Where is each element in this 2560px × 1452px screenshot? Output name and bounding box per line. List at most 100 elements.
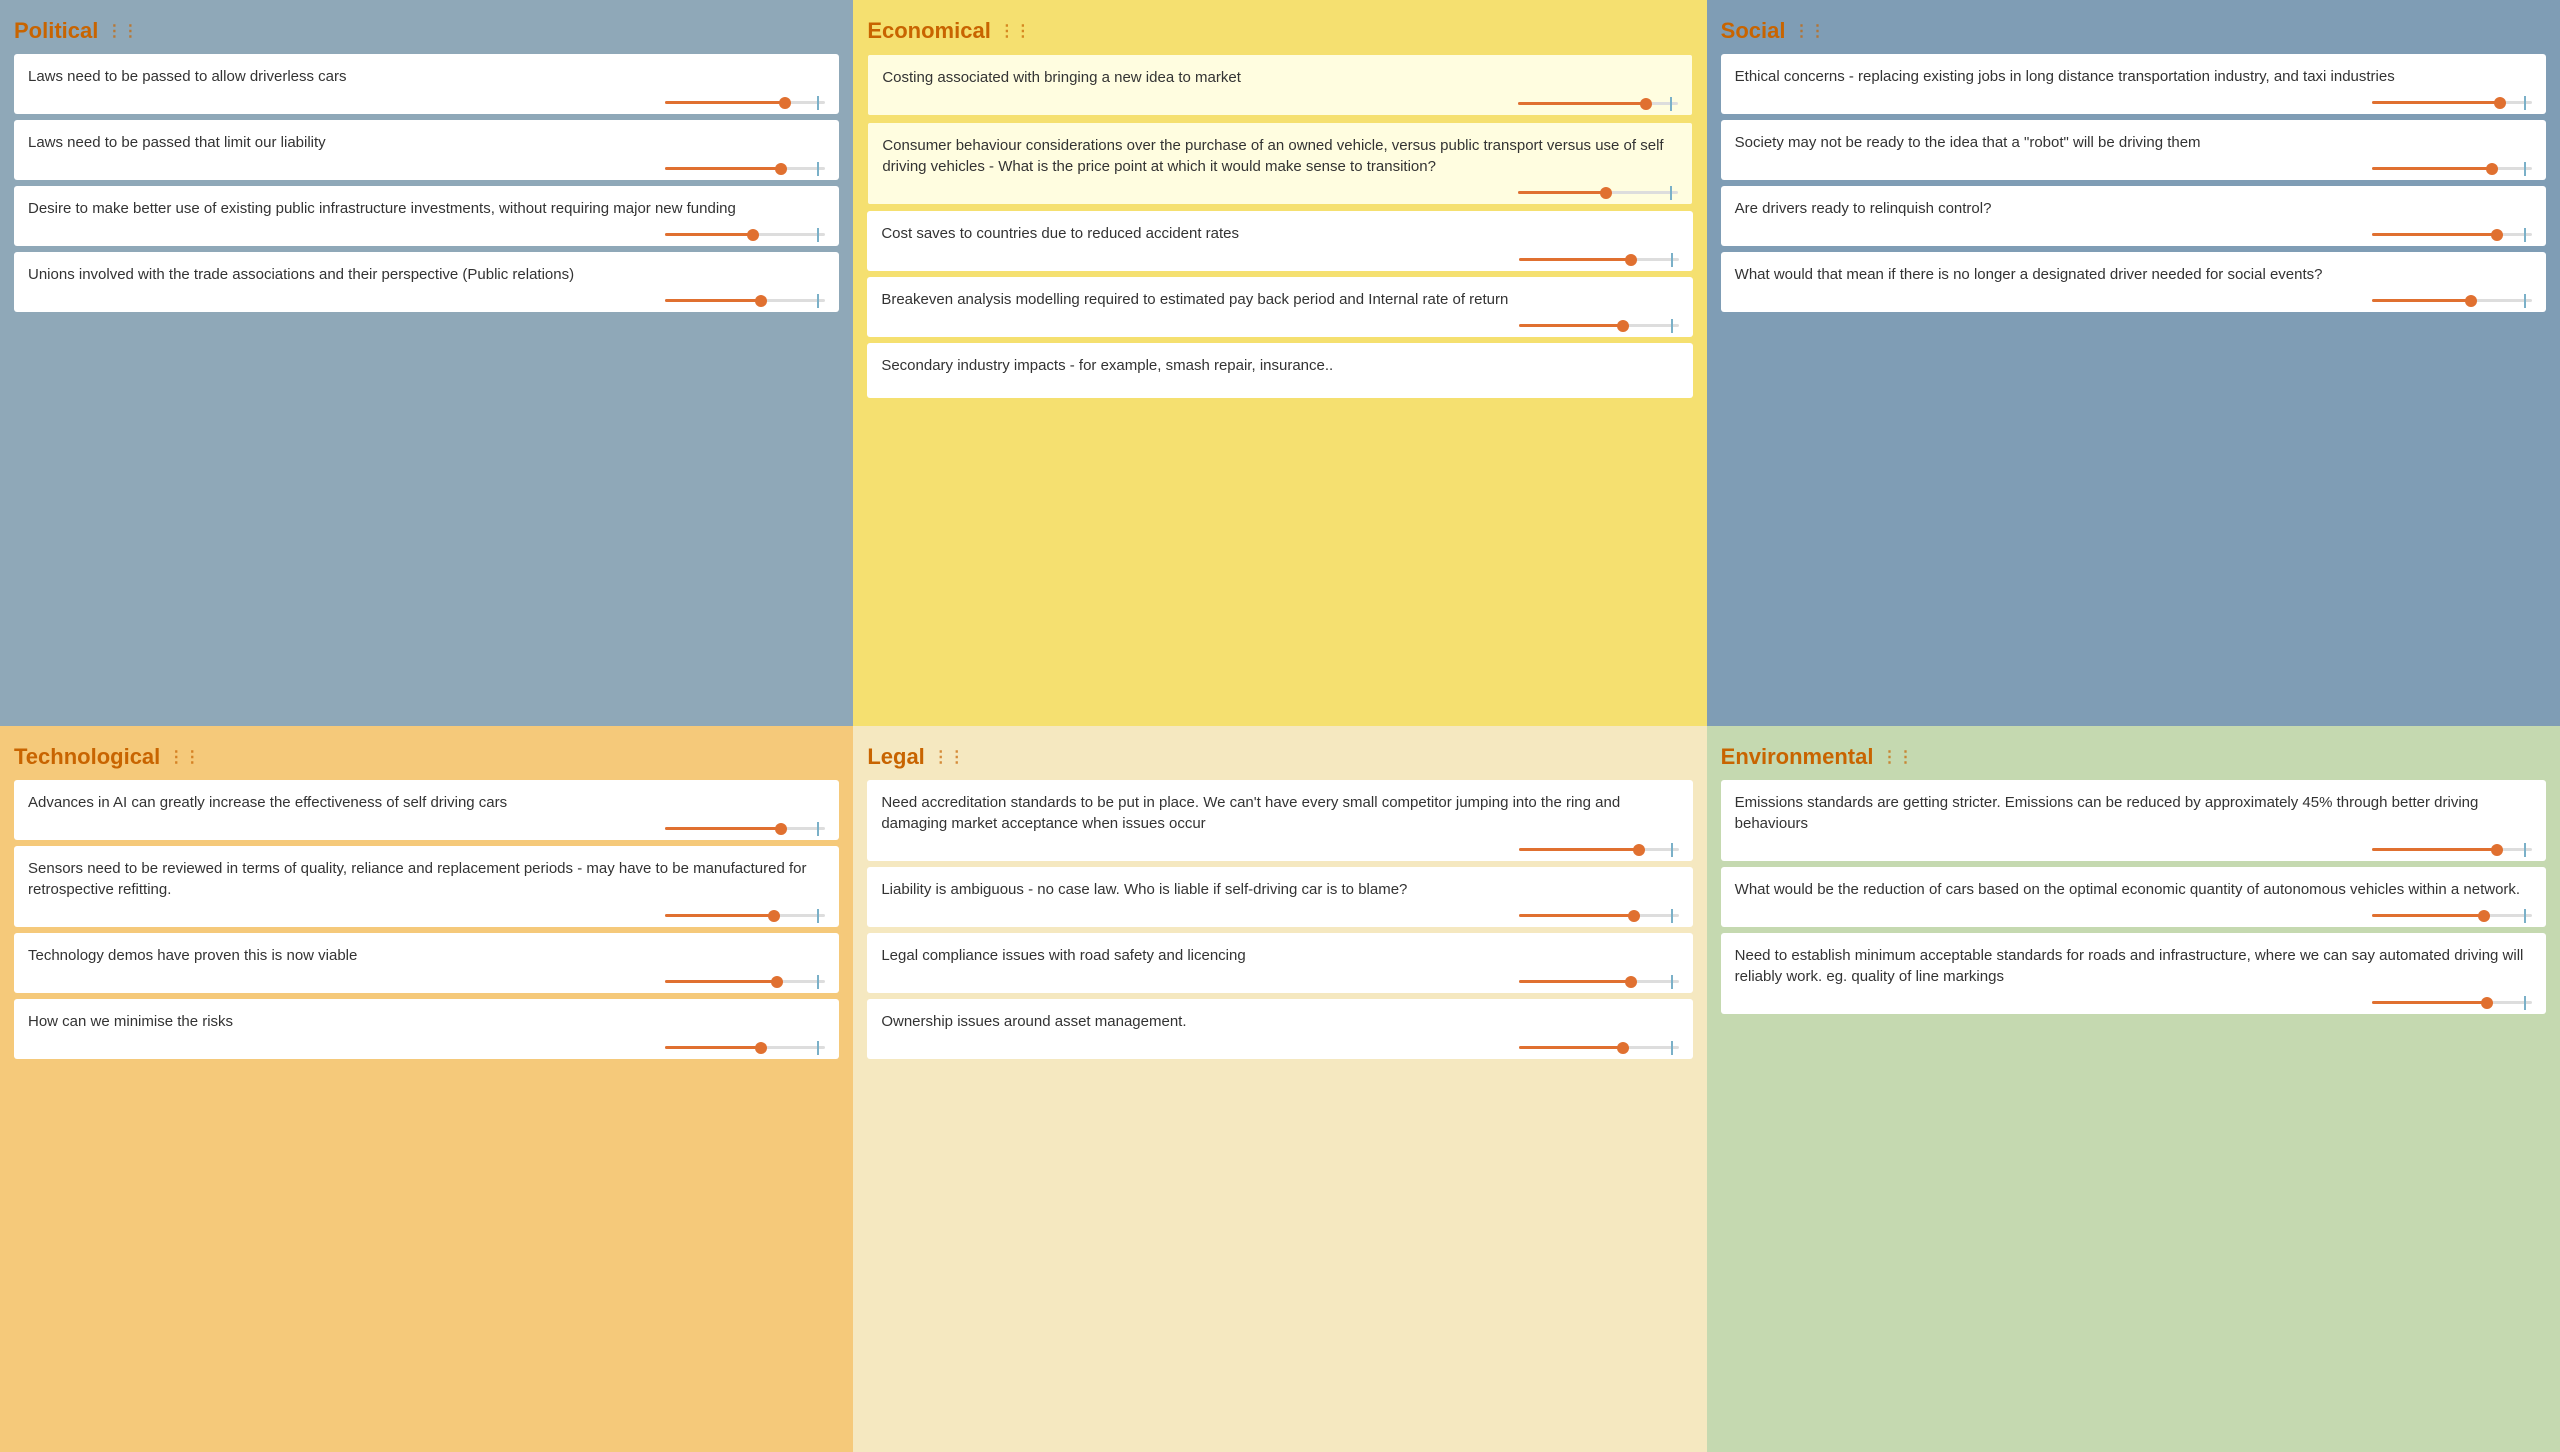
card-economical-2[interactable]: Cost saves to countries due to reduced a… [867,211,1692,271]
slider-track[interactable] [665,980,825,983]
slider-track[interactable] [1518,102,1678,105]
slider-thumb[interactable] [1617,1042,1629,1054]
slider-thumb[interactable] [768,910,780,922]
slider-track[interactable] [665,914,825,917]
slider-track[interactable] [665,167,825,170]
slider-container[interactable] [881,324,1678,329]
slider-track[interactable] [665,299,825,302]
card-economical-4[interactable]: Secondary industry impacts - for example… [867,343,1692,398]
slider-container[interactable] [881,848,1678,853]
card-political-3[interactable]: Unions involved with the trade associati… [14,252,839,312]
slider-container[interactable] [1735,233,2532,238]
card-economical-0[interactable]: Costing associated with bringing a new i… [867,54,1692,116]
slider-track[interactable] [2372,1001,2532,1004]
slider-container[interactable] [1735,167,2532,172]
card-economical-3[interactable]: Breakeven analysis modelling required to… [867,277,1692,337]
slider-track[interactable] [1519,258,1679,261]
slider-track[interactable] [1519,1046,1679,1049]
slider-thumb[interactable] [747,229,759,241]
slider-track[interactable] [1519,980,1679,983]
slider-thumb[interactable] [2486,163,2498,175]
card-political-0[interactable]: Laws need to be passed to allow driverle… [14,54,839,114]
slider-thumb[interactable] [775,823,787,835]
slider-container[interactable] [882,191,1677,196]
slider-track[interactable] [665,101,825,104]
slider-thumb[interactable] [1640,98,1652,110]
section-title-text: Social [1721,18,1786,44]
card-text: How can we minimise the risks [28,1011,825,1032]
slider-track[interactable] [665,1046,825,1049]
slider-container[interactable] [28,233,825,238]
card-legal-2[interactable]: Legal compliance issues with road safety… [867,933,1692,993]
slider-thumb[interactable] [2465,295,2477,307]
card-environmental-0[interactable]: Emissions standards are getting stricter… [1721,780,2546,861]
slider-container[interactable] [881,1046,1678,1051]
card-technological-0[interactable]: Advances in AI can greatly increase the … [14,780,839,840]
slider-container[interactable] [881,914,1678,919]
card-environmental-2[interactable]: Need to establish minimum acceptable sta… [1721,933,2546,1014]
slider-container[interactable] [28,980,825,985]
slider-track[interactable] [1519,848,1679,851]
slider-track[interactable] [665,233,825,236]
slider-container[interactable] [28,299,825,304]
slider-track[interactable] [1518,191,1678,194]
slider-thumb[interactable] [1625,976,1637,988]
slider-container[interactable] [1735,299,2532,304]
slider-thumb[interactable] [755,295,767,307]
card-technological-1[interactable]: Sensors need to be reviewed in terms of … [14,846,839,927]
slider-container[interactable] [28,101,825,106]
card-environmental-1[interactable]: What would be the reduction of cars base… [1721,867,2546,927]
slider-thumb[interactable] [775,163,787,175]
slider-thumb[interactable] [1628,910,1640,922]
card-political-1[interactable]: Laws need to be passed that limit our li… [14,120,839,180]
card-social-1[interactable]: Society may not be ready to the idea tha… [1721,120,2546,180]
slider-thumb[interactable] [1600,187,1612,199]
card-legal-1[interactable]: Liability is ambiguous - no case law. Wh… [867,867,1692,927]
slider-thumb[interactable] [2491,844,2503,856]
card-political-2[interactable]: Desire to make better use of existing pu… [14,186,839,246]
slider-track[interactable] [2372,848,2532,851]
slider-track[interactable] [1519,324,1679,327]
slider-end-marker [817,96,827,110]
slider-track[interactable] [2372,167,2532,170]
slider-track[interactable] [2372,914,2532,917]
card-economical-1[interactable]: Consumer behaviour considerations over t… [867,122,1692,205]
card-legal-3[interactable]: Ownership issues around asset management… [867,999,1692,1059]
slider-track[interactable] [2372,101,2532,104]
slider-container[interactable] [28,167,825,172]
section-environmental: Environmental ⋮⋮Emissions standards are … [1707,726,2560,1452]
slider-thumb[interactable] [771,976,783,988]
slider-thumb[interactable] [779,97,791,109]
slider-container[interactable] [1735,1001,2532,1006]
slider-track[interactable] [665,827,825,830]
slider-container[interactable] [28,1046,825,1051]
slider-container[interactable] [28,914,825,919]
slider-track[interactable] [2372,233,2532,236]
slider-thumb[interactable] [1617,320,1629,332]
slider-thumb[interactable] [1633,844,1645,856]
slider-container[interactable] [1735,848,2532,853]
slider-track[interactable] [2372,299,2532,302]
slider-thumb[interactable] [2494,97,2506,109]
slider-container[interactable] [882,102,1677,107]
slider-track[interactable] [1519,914,1679,917]
slider-thumb[interactable] [2478,910,2490,922]
section-title-text: Environmental [1721,744,1874,770]
card-technological-3[interactable]: How can we minimise the risks [14,999,839,1059]
slider-fill [1519,258,1631,261]
card-social-3[interactable]: What would that mean if there is no long… [1721,252,2546,312]
slider-container[interactable] [881,980,1678,985]
slider-thumb[interactable] [2481,997,2493,1009]
slider-container[interactable] [28,827,825,832]
slider-container[interactable] [1735,101,2532,106]
slider-thumb[interactable] [755,1042,767,1054]
drag-icon: ⋮⋮ [999,21,1031,41]
slider-thumb[interactable] [2491,229,2503,241]
card-social-0[interactable]: Ethical concerns - replacing existing jo… [1721,54,2546,114]
card-technological-2[interactable]: Technology demos have proven this is now… [14,933,839,993]
card-legal-0[interactable]: Need accreditation standards to be put i… [867,780,1692,861]
card-social-2[interactable]: Are drivers ready to relinquish control? [1721,186,2546,246]
slider-thumb[interactable] [1625,254,1637,266]
slider-container[interactable] [881,258,1678,263]
slider-container[interactable] [1735,914,2532,919]
